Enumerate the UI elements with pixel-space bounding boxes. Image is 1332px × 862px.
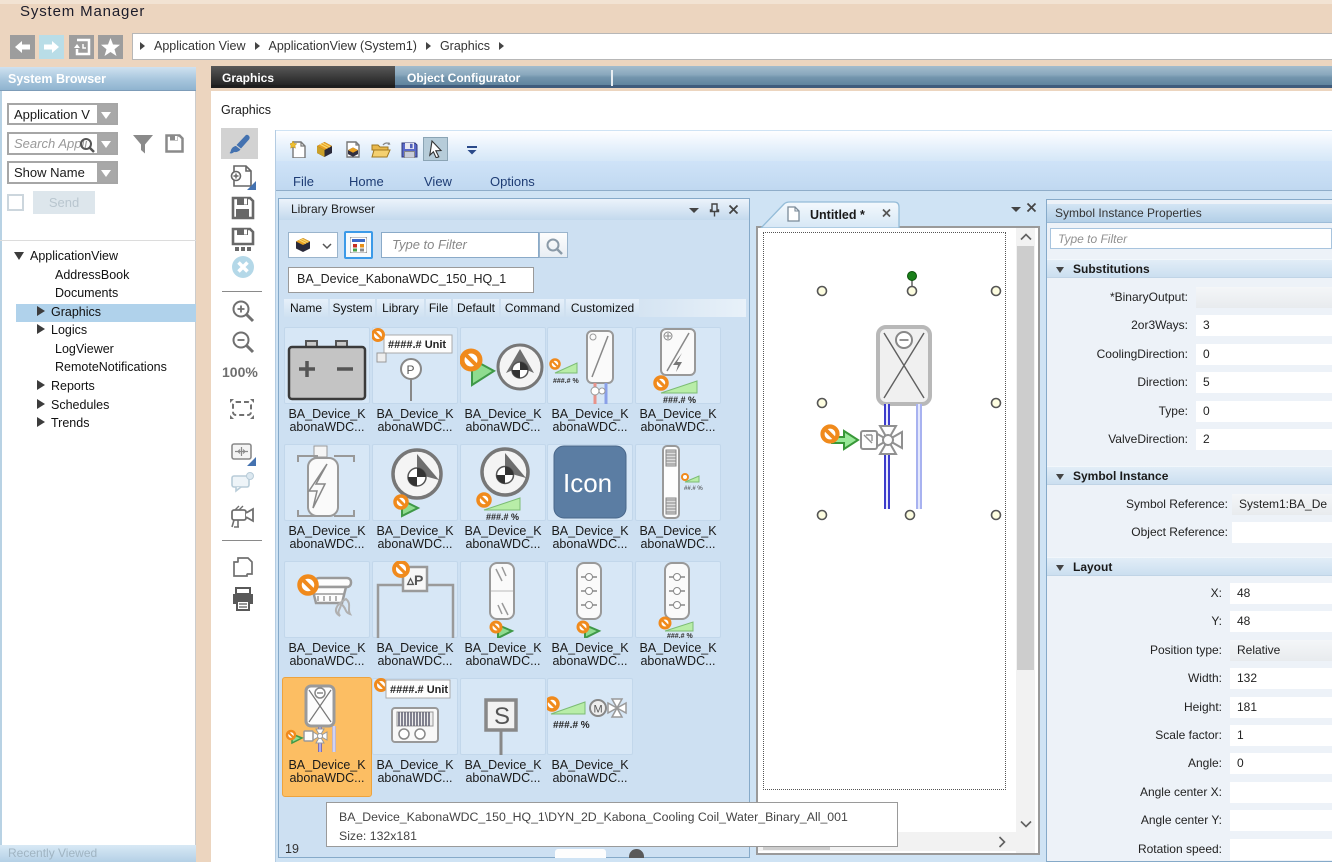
- svg-text:Icon: Icon: [563, 468, 612, 498]
- svg-text:M: M: [594, 704, 603, 716]
- svg-text:##.# %: ##.# %: [684, 486, 703, 492]
- svg-text:▵P: ▵P: [406, 572, 423, 588]
- svg-text:####.# Unit: ####.# Unit: [390, 684, 448, 696]
- svg-text:###.# %: ###.# %: [553, 720, 590, 731]
- svg-text:Untitled *: Untitled *: [810, 208, 865, 222]
- svg-text:####.# Unit: ####.# Unit: [388, 339, 446, 351]
- svg-text:S: S: [494, 703, 510, 730]
- svg-text:P: P: [407, 363, 415, 377]
- svg-text:###.# %: ###.# %: [486, 512, 519, 521]
- svg-text:###.# %: ###.# %: [667, 633, 693, 638]
- svg-text:###.# %: ###.# %: [553, 378, 579, 385]
- svg-text:###.# %: ###.# %: [663, 395, 696, 404]
